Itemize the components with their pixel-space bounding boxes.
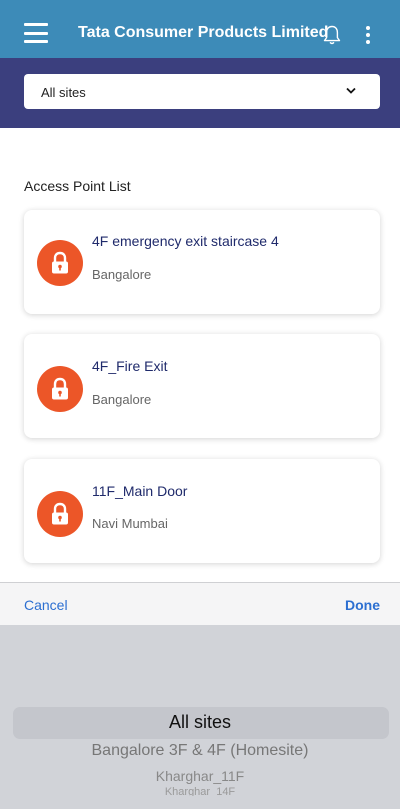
picker-option[interactable]: Kharghar_14F	[0, 786, 400, 796]
vertical-ellipsis-icon[interactable]	[360, 24, 376, 46]
picker-option[interactable]: All sites	[0, 712, 400, 733]
hamburger-menu-icon[interactable]	[24, 23, 48, 43]
done-button[interactable]: Done	[345, 597, 380, 613]
access-point-name: 4F emergency exit staircase 4	[92, 233, 279, 249]
access-point-name: 4F_Fire Exit	[92, 358, 168, 374]
access-point-name: 11F_Main Door	[92, 483, 188, 499]
access-point-location: Bangalore	[92, 392, 152, 407]
picker-option[interactable]: Bangalore 3F & 4F (Homesite)	[0, 742, 400, 760]
access-point-location: Navi Mumbai	[92, 516, 168, 531]
picker-toolbar: Cancel Done	[0, 582, 400, 625]
site-select[interactable]: All sites	[24, 74, 380, 109]
access-point-list-title: Access Point List	[24, 178, 131, 194]
access-point-card[interactable]: 11F_Main Door Navi Mumbai	[24, 459, 380, 563]
bell-icon[interactable]	[322, 24, 342, 46]
picker-option[interactable]: Kharghar_11F	[0, 768, 400, 784]
access-point-card[interactable]: 4F_Fire Exit Bangalore	[24, 334, 380, 438]
site-select-value: All sites	[41, 85, 86, 100]
lock-icon	[37, 491, 83, 537]
app-title: Tata Consumer Products Limited	[78, 24, 329, 41]
cancel-button[interactable]: Cancel	[24, 597, 68, 613]
lock-icon	[37, 240, 83, 286]
chevron-down-icon	[346, 87, 356, 94]
lock-icon	[37, 366, 83, 412]
access-point-card[interactable]: 4F emergency exit staircase 4 Bangalore	[24, 210, 380, 314]
access-point-location: Bangalore	[92, 267, 152, 282]
site-picker: Cancel Done All sites Bangalore 3F & 4F …	[0, 582, 400, 809]
